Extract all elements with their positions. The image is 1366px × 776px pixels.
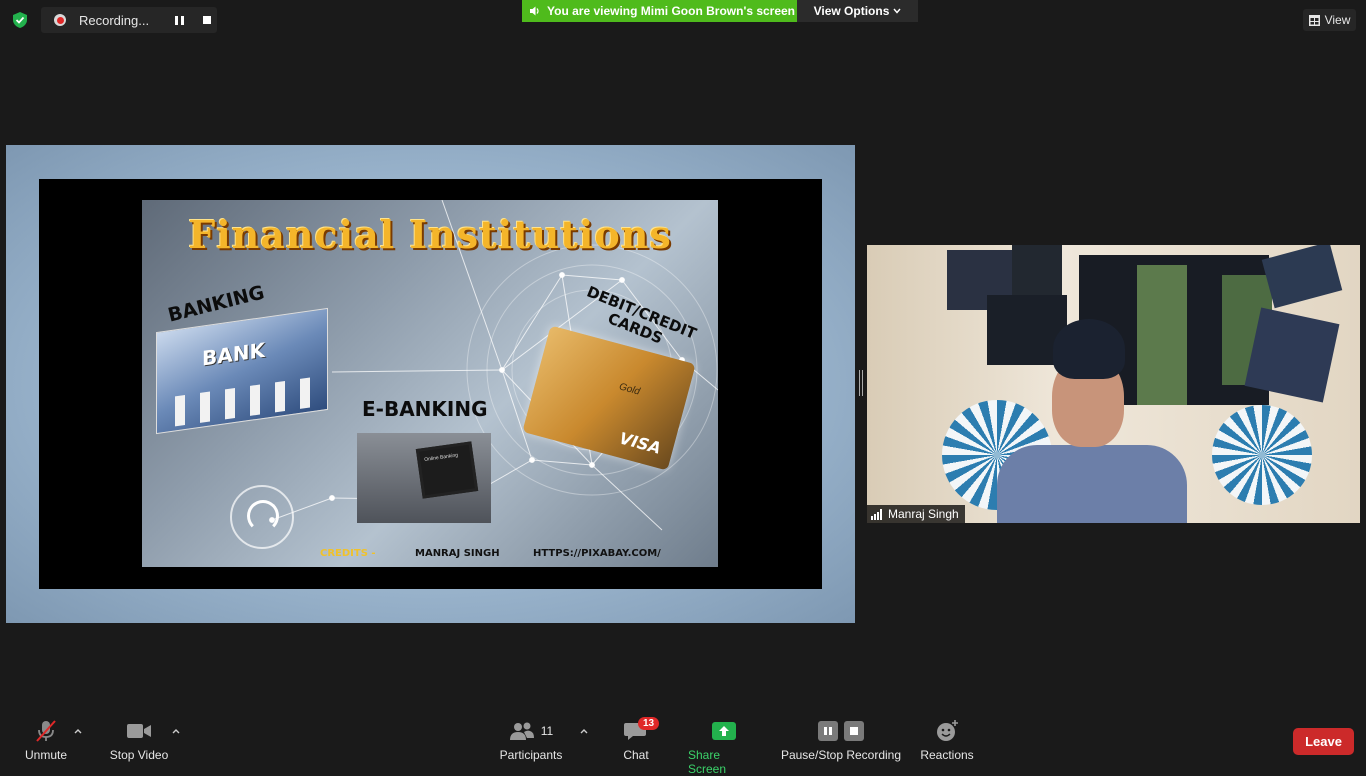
meeting-toolbar [0,712,1366,768]
pause-recording-icon[interactable] [175,15,184,25]
wall-poster [1244,307,1340,403]
recording-dot-icon [54,14,66,26]
wall-poster [1137,265,1187,405]
share-screen-button[interactable]: Share Screen [688,718,760,776]
chat-label: Chat [623,748,649,762]
share-screen-label: Share Screen [688,748,727,776]
reactions-label: Reactions [920,748,974,762]
chat-unread-badge: 13 [638,717,660,730]
stop-icon [844,721,864,741]
leave-meeting-button[interactable]: Leave [1293,728,1354,755]
audio-options-caret-icon[interactable] [73,726,83,736]
viewing-screen-notice: You are viewing Mimi Goon Brown's screen [522,0,797,22]
video-camera-icon [127,724,151,738]
unmute-button[interactable]: Unmute [22,718,70,762]
participant-video-tile[interactable]: Manraj Singh [867,245,1360,523]
grid-view-icon [1308,14,1320,26]
credits-name: MANRAJ SINGH [415,548,500,559]
viewing-screen-text: You are viewing Mimi Goon Brown's screen [547,4,796,18]
unmute-label: Unmute [24,748,68,762]
split-view-divider[interactable] [859,370,863,396]
stop-recording-icon[interactable] [203,16,211,24]
share-screen-icon [712,722,736,740]
view-label: View [1324,13,1351,27]
presentation-slide: Financial Institutions BANK BANKING Gold… [142,200,718,567]
video-options-caret-icon[interactable] [171,726,181,736]
participant-turban [1053,319,1125,379]
slide-title: Financial Institutions [188,212,672,257]
bank-sign-text: BANK [202,337,265,371]
wall-poster [1012,245,1062,300]
pause-icon [818,721,838,741]
participant-name: Manraj Singh [888,507,959,521]
reactions-button[interactable]: Reactions [918,718,976,762]
participants-button[interactable]: 11 Participants [498,718,564,762]
stop-video-label: Stop Video [109,748,169,762]
recording-label: Recording... [79,12,150,28]
participant-name-tag: Manraj Singh [867,505,965,523]
e-banking-label: E-BANKING [362,397,488,421]
signal-strength-icon [871,508,882,520]
pause-stop-recording-button[interactable]: Pause/Stop Recording [780,718,902,762]
participants-label: Participants [499,748,563,762]
screen-share-banner: You are viewing Mimi Goon Brown's screen… [522,0,918,22]
view-options-button[interactable]: View Options [797,0,918,22]
credits-label: CREDITS - [320,548,376,559]
participant-body [997,445,1187,523]
credits-url: HTTPS://PIXABAY.COM/ [533,548,661,559]
view-options-label: View Options [813,4,890,18]
participants-count: 11 [540,724,554,738]
participants-icon [509,722,534,740]
participants-caret-icon[interactable] [579,726,589,736]
chevron-down-icon [893,8,901,14]
stop-video-button[interactable]: Stop Video [106,718,172,762]
speaker-icon [530,6,539,16]
paper-fan-decoration [1212,405,1312,505]
recording-indicator: Recording... [41,7,217,33]
security-shield-icon[interactable] [11,11,29,29]
card-gold-text: Gold [617,381,642,398]
tablet-screen-text: Online Banking [423,452,459,464]
microphone-muted-icon [36,720,56,742]
wall-poster [1261,245,1343,309]
slide-credits: CREDITS - MANRAJ SINGH HTTPS://PIXABAY.C… [320,548,661,559]
card-visa-text: VISA [617,428,664,458]
online-banking-tablet-image: Online Banking [357,433,491,523]
view-button[interactable]: View [1303,9,1356,31]
pause-stop-recording-label: Pause/Stop Recording [780,748,902,762]
shared-screen-frame: Financial Institutions BANK BANKING Gold… [39,179,822,589]
headset-icon [247,500,279,532]
smiley-reaction-icon [937,720,958,741]
shared-screen[interactable]: Financial Institutions BANK BANKING Gold… [6,145,855,623]
